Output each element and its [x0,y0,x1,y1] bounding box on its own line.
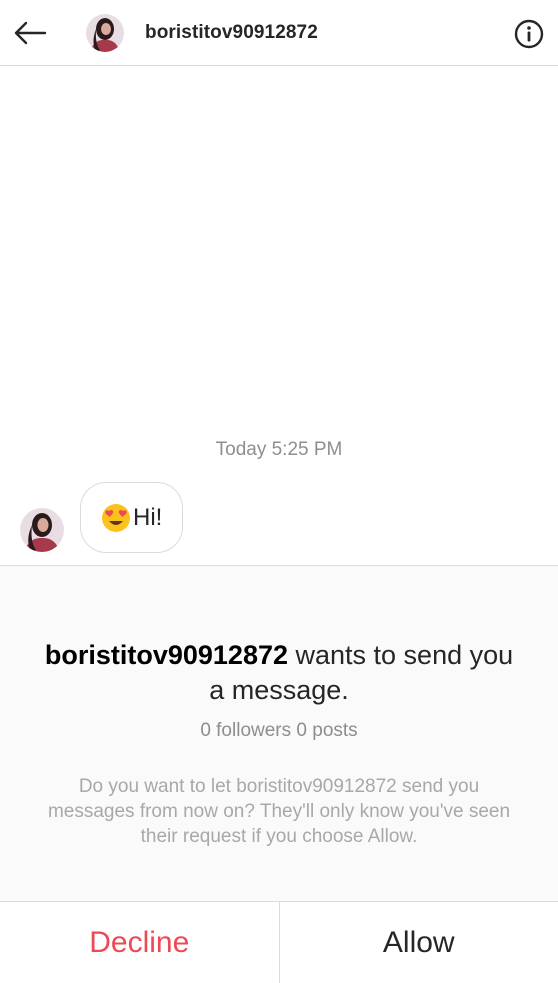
info-button[interactable] [512,17,546,51]
request-title: boristitov90912872 wants to send you a m… [40,638,518,708]
allow-button[interactable]: Allow [280,902,558,983]
message-text: Hi! [133,503,163,531]
decline-button[interactable]: Decline [0,902,280,983]
message-request-panel: boristitov90912872 wants to send you a m… [0,565,558,901]
avatar[interactable] [86,14,124,52]
conversation-header: boristitov90912872 [0,0,558,66]
request-stats: 0 followers 0 posts [200,720,358,741]
header-username[interactable]: boristitov90912872 [145,22,318,44]
message-timestamp: Today 5:25 PM [215,439,343,460]
info-icon [514,19,544,49]
heart-eyes-emoji-icon [101,503,131,533]
sender-avatar[interactable] [20,508,64,552]
back-button[interactable] [10,15,50,51]
request-description: Do you want to let boristitov90912872 se… [47,776,511,847]
message-bubble[interactable]: Hi! [80,482,184,553]
request-username[interactable]: boristitov90912872 [45,640,288,670]
message-thread: Today 5:25 PM Hi! [0,67,558,565]
back-arrow-icon [14,21,47,45]
request-actions: Decline Allow [0,901,558,983]
